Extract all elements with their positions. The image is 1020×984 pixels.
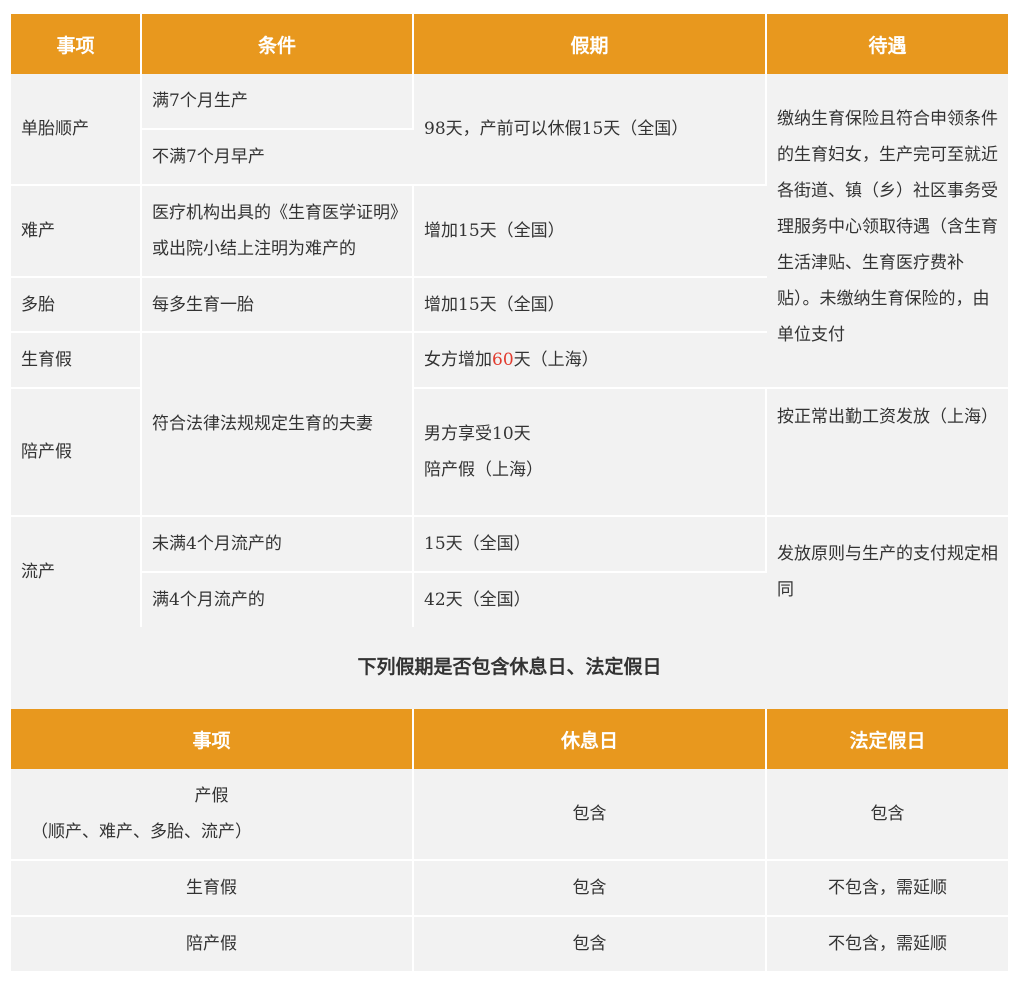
header-public-holiday: 法定假日 xyxy=(767,709,1008,769)
header-condition: 条件 xyxy=(142,14,414,74)
leave-single-birth: 98天，产前可以休假15天（全国） xyxy=(414,74,767,186)
benefit-birth-insurance: 缴纳生育保险且符合申领条件的生育妇女，生产完可至就近各街道、镇（乡）社区事务受理… xyxy=(767,74,1008,389)
holiday-value: 不包含，需延顺 xyxy=(767,917,1008,973)
table-row: 陪产假 包含 不包含，需延顺 xyxy=(11,917,1008,973)
holiday-value: 包含 xyxy=(767,769,1008,861)
benefit-paternity: 按正常出勤工资发放（上海） xyxy=(767,389,1008,517)
table-header-row: 事项 条件 假期 待遇 xyxy=(11,14,1008,74)
condition-premature: 不满7个月早产 xyxy=(142,130,414,186)
leave-multiple-birth: 增加15天（全国） xyxy=(414,278,767,333)
header-benefit: 待遇 xyxy=(767,14,1008,74)
item-paternity-leave: 陪产假 xyxy=(11,917,414,973)
leave-over-4-months: 42天（全国） xyxy=(414,573,767,629)
item-maternity-line1: 产假 xyxy=(194,786,229,806)
item-multiple-birth: 多胎 xyxy=(11,278,142,333)
leave-paternity-line1: 男方享受10天 xyxy=(424,424,531,444)
condition-full-term: 满7个月生产 xyxy=(142,74,414,130)
header-item: 事项 xyxy=(11,709,414,769)
item-miscarriage: 流产 xyxy=(11,517,142,629)
item-single-birth: 单胎顺产 xyxy=(11,74,142,186)
table-row: 生育假 包含 不包含，需延顺 xyxy=(11,861,1008,917)
condition-under-4-months: 未满4个月流产的 xyxy=(142,517,414,573)
section-subtitle: 下列假期是否包含休息日、法定假日 xyxy=(11,627,1008,709)
item-maternity-leave: 产假 （顺产、难产、多胎、流产） xyxy=(11,769,414,861)
maternity-leave-table: 事项 条件 假期 待遇 单胎顺产 满7个月生产 98天，产前可以休假15天（全国… xyxy=(11,14,1008,629)
header-leave: 假期 xyxy=(414,14,767,74)
header-rest-day: 休息日 xyxy=(414,709,767,769)
item-difficult-birth: 难产 xyxy=(11,186,142,278)
leave-childbirth-suffix: 天（上海） xyxy=(513,350,599,370)
leave-under-4-months: 15天（全国） xyxy=(414,517,767,573)
condition-over-4-months: 满4个月流产的 xyxy=(142,573,414,629)
leave-difficult-birth: 增加15天（全国） xyxy=(414,186,767,278)
table-row: 产假 （顺产、难产、多胎、流产） 包含 包含 xyxy=(11,769,1008,861)
item-maternity-line2: （顺产、难产、多胎、流产） xyxy=(31,822,252,842)
rest-day-value: 包含 xyxy=(414,769,767,861)
condition-difficult-birth: 医疗机构出具的《生育医学证明》或出院小结上注明为难产的 xyxy=(142,186,414,278)
rest-day-inclusion-table: 事项 休息日 法定假日 产假 （顺产、难产、多胎、流产） 包含 包含 生育假 包含… xyxy=(11,709,1008,973)
benefit-miscarriage: 发放原则与生产的支付规定相同 xyxy=(767,517,1008,629)
item-childbirth-leave: 生育假 xyxy=(11,861,414,917)
condition-legal-couple: 符合法律法规规定生育的夫妻 xyxy=(142,333,414,517)
rest-day-value: 包含 xyxy=(414,861,767,917)
item-paternity-leave: 陪产假 xyxy=(11,389,142,517)
leave-childbirth-prefix: 女方增加 xyxy=(424,350,492,370)
leave-paternity: 男方享受10天 陪产假（上海） xyxy=(414,389,767,517)
table-row: 单胎顺产 满7个月生产 98天，产前可以休假15天（全国） 缴纳生育保险且符合申… xyxy=(11,74,1008,389)
holiday-value: 不包含，需延顺 xyxy=(767,861,1008,917)
rest-day-value: 包含 xyxy=(414,917,767,973)
leave-paternity-line2: 陪产假（上海） xyxy=(424,460,543,480)
item-childbirth-leave: 生育假 xyxy=(11,333,142,389)
leave-childbirth-days: 60 xyxy=(492,350,514,370)
header-item: 事项 xyxy=(11,14,142,74)
table-header-row: 事项 休息日 法定假日 xyxy=(11,709,1008,769)
condition-multiple-birth: 每多生育一胎 xyxy=(142,278,414,333)
leave-childbirth: 女方增加60天（上海） xyxy=(414,333,767,389)
table-row: 流产 未满4个月流产的 15天（全国） 发放原则与生产的支付规定相同 xyxy=(11,517,1008,629)
